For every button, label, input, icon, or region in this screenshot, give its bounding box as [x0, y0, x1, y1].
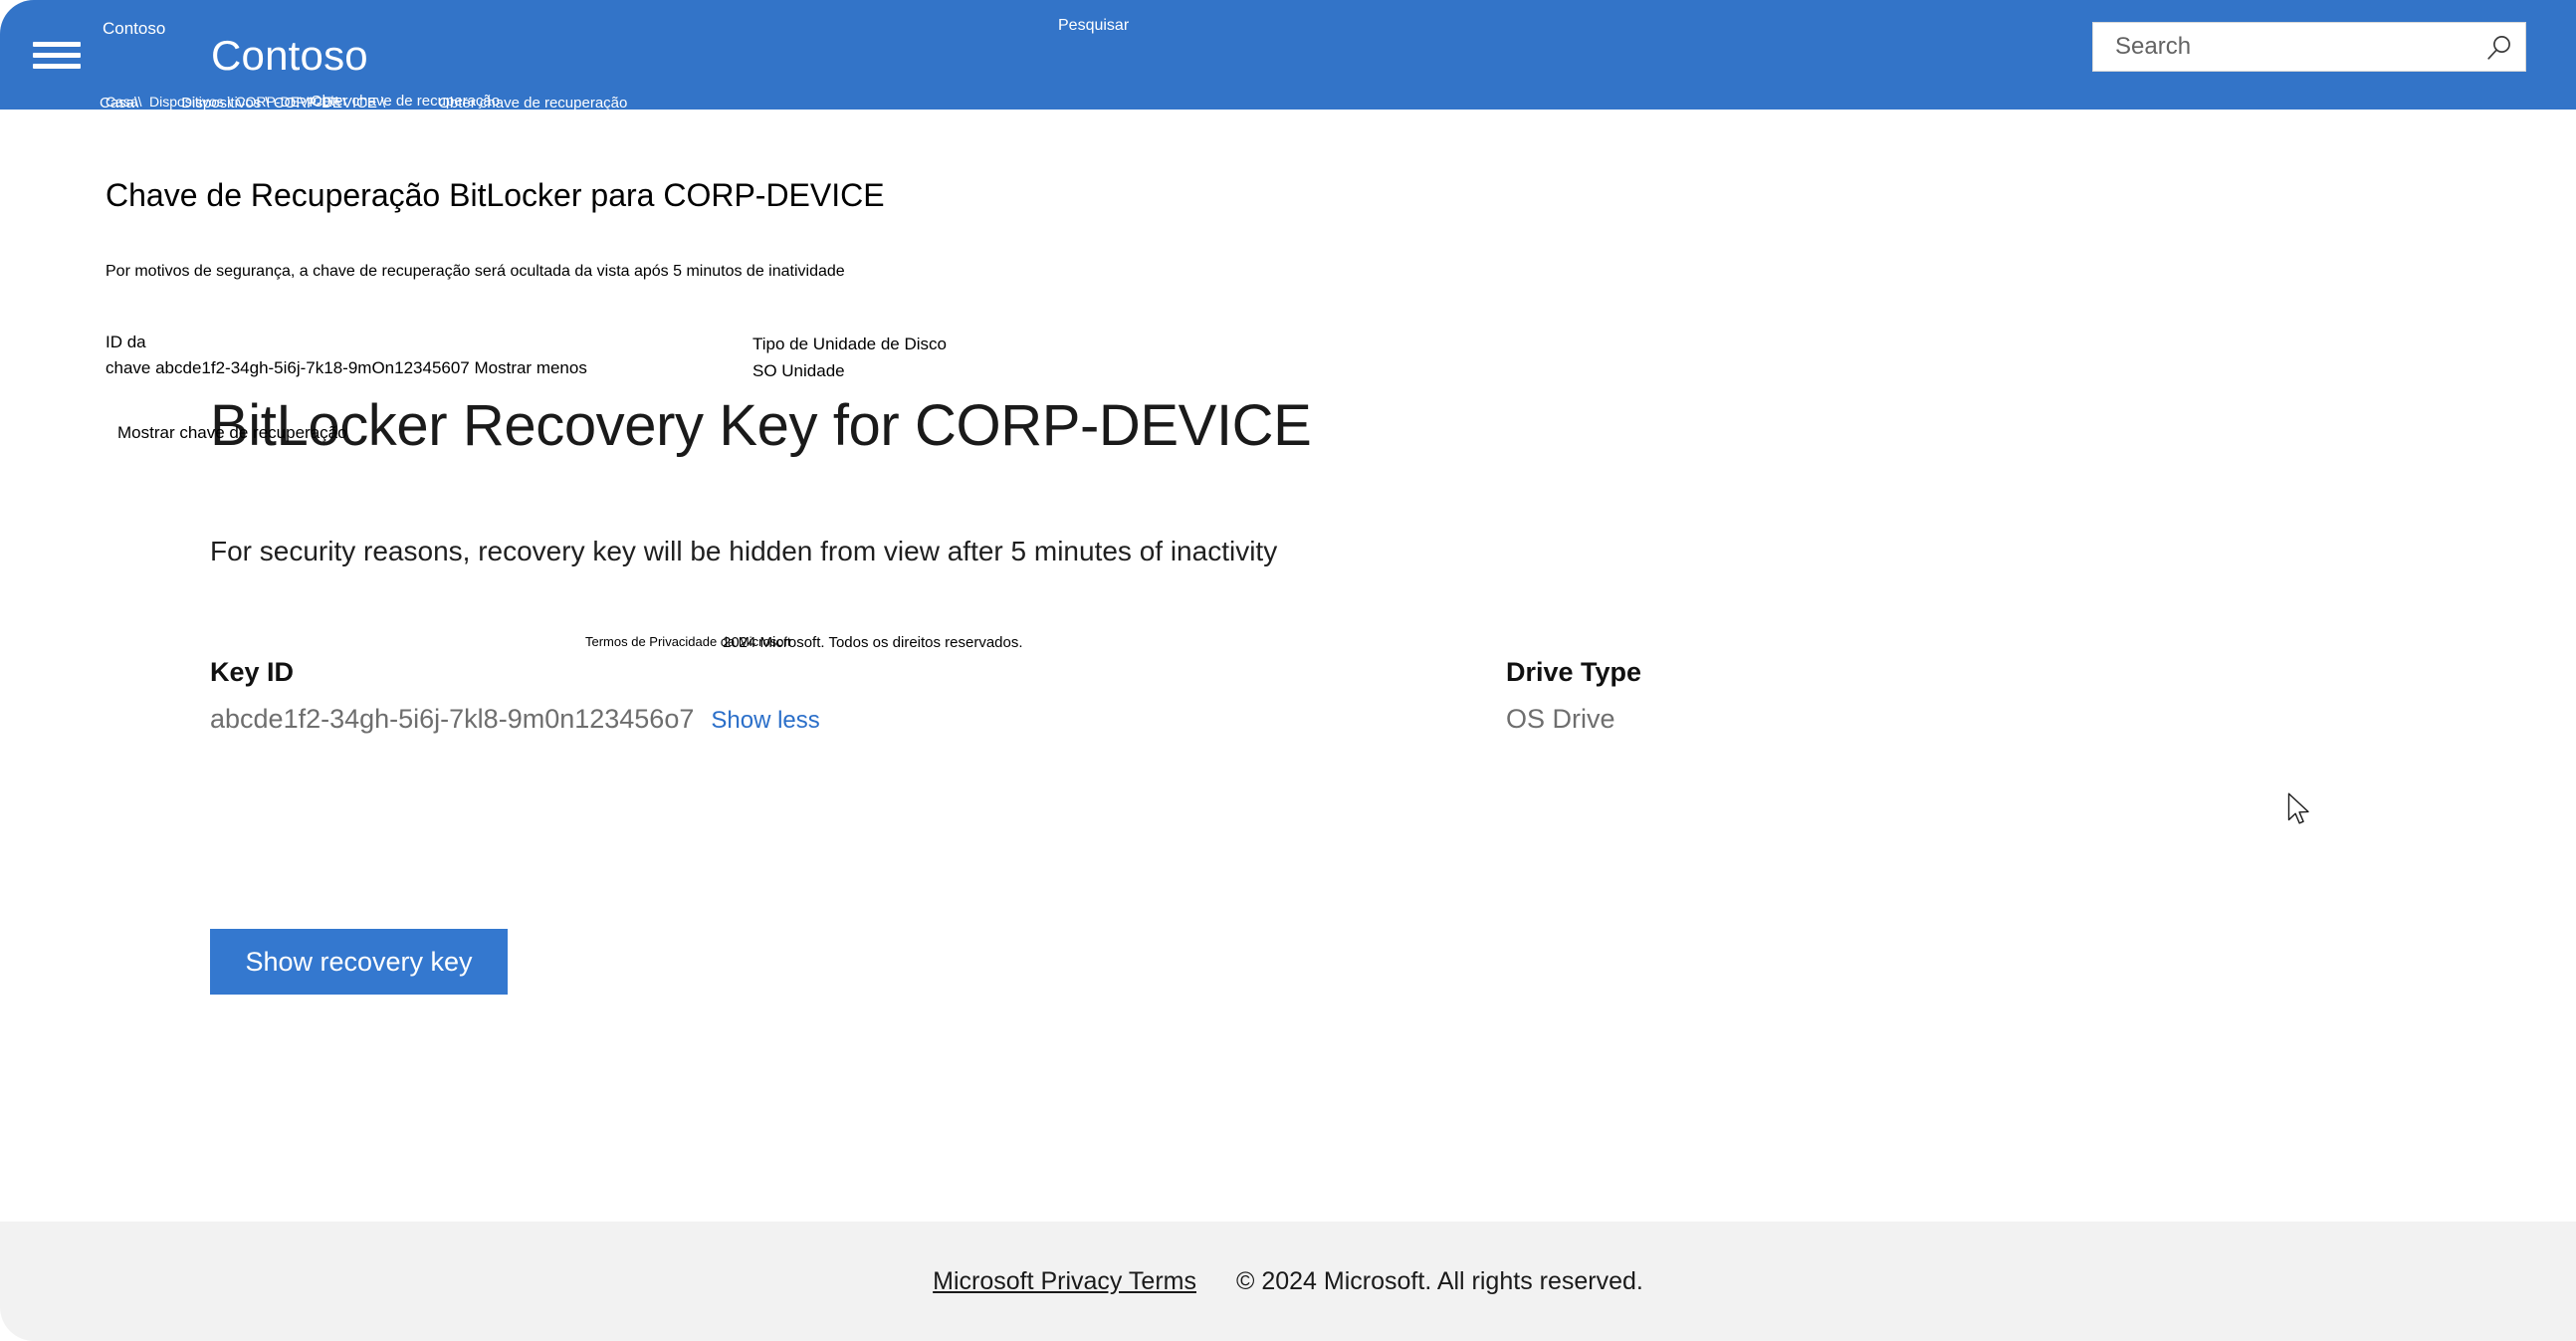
drive-type-value: OS Drive: [1506, 704, 1615, 734]
app-header: Contoso Casa\ Dispositivos \ CORP-DEVICE…: [0, 0, 2576, 112]
hamburger-bar-1: [33, 42, 81, 47]
drive-type-value-row: OS Drive: [1506, 704, 1641, 735]
detail-column-key-id: Key ID abcde1f2-34gh-5i6j-7kl8-9m0n12345…: [210, 657, 820, 735]
page-title: BitLocker Recovery Key for CORP-DEVICE: [210, 392, 1312, 458]
search-input[interactable]: [2093, 23, 2471, 71]
search-icon[interactable]: [2483, 32, 2515, 64]
show-recovery-key-button[interactable]: Show recovery key: [210, 929, 508, 995]
footer-content: Microsoft Privacy Terms © 2024 Microsoft…: [0, 1222, 2576, 1341]
copyright-text: © 2024 Microsoft. All rights reserved.: [1235, 1266, 1643, 1295]
breadcrumb-item-current: Obter chave de recuperação: [438, 94, 628, 112]
search-box[interactable]: [2092, 22, 2526, 72]
microsoft-privacy-terms-link[interactable]: Microsoft Privacy Terms: [933, 1267, 1196, 1296]
show-less-link[interactable]: Show less: [711, 707, 819, 735]
page-body: BitLocker Recovery Key for CORP-DEVICE F…: [0, 110, 2576, 1222]
key-id-value-row: abcde1f2-34gh-5i6j-7kl8-9m0n123456o7 Sho…: [210, 704, 820, 735]
breadcrumb-item-devices[interactable]: Dispositivos \ CORP-DEVICE \: [181, 95, 385, 112]
page-footer: Microsoft Privacy Terms © 2024 Microsoft…: [0, 1222, 2576, 1341]
key-id-value: abcde1f2-34gh-5i6j-7kl8-9m0n123456o7: [210, 704, 695, 734]
hamburger-bar-2: [33, 53, 81, 58]
detail-column-drive-type: Drive Type OS Drive: [1506, 657, 1641, 735]
hamburger-menu-icon[interactable]: [33, 40, 81, 72]
hamburger-bar-3: [33, 64, 81, 69]
brand-title[interactable]: Contoso: [211, 32, 368, 80]
drive-type-label: Drive Type: [1506, 657, 1642, 687]
key-id-label: Key ID: [210, 657, 295, 687]
breadcrumb-item-home[interactable]: Casa\: [100, 95, 138, 112]
security-notice-text: For security reasons, recovery key will …: [210, 536, 1278, 566]
